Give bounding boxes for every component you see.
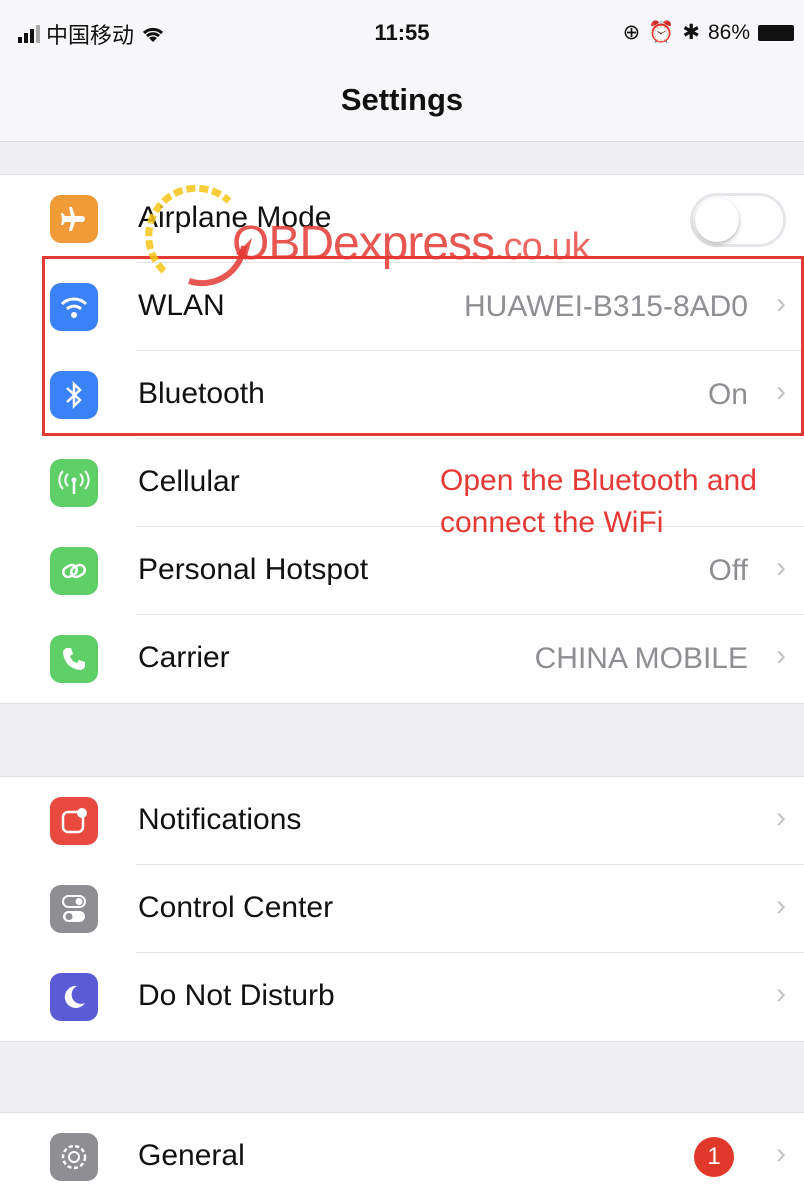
chevron-right-icon: › xyxy=(776,889,786,922)
row-label: Carrier xyxy=(138,641,230,674)
row-value: CHINA MOBILE xyxy=(534,642,748,675)
battery-percent: 86% xyxy=(707,20,750,44)
annotation-line-2: connect the WiFi xyxy=(440,506,664,539)
battery-icon xyxy=(758,24,794,41)
bluetooth-icon: ✱ xyxy=(682,21,700,44)
row-do-not-disturb[interactable]: Do Not Disturb › xyxy=(0,953,804,1041)
row-label: Notifications xyxy=(138,803,302,836)
row-label: Personal Hotspot xyxy=(138,553,369,586)
row-carrier[interactable]: Carrier CHINA MOBILE › xyxy=(0,615,804,703)
nav-bar: Settings xyxy=(0,70,804,142)
row-label: General xyxy=(138,1139,245,1172)
settings-group-alerts: Notifications › Control Center › Do Not … xyxy=(0,776,804,1042)
row-label: Cellular xyxy=(138,465,240,498)
moon-icon xyxy=(50,973,98,1021)
row-value: Off xyxy=(708,554,748,587)
row-label: Control Center xyxy=(138,891,334,924)
status-right: ⊕ ⏰ ✱ 86% xyxy=(623,20,794,45)
annotation-line-1: Open the Bluetooth and xyxy=(440,464,757,497)
row-general[interactable]: General 1 › xyxy=(0,1113,804,1201)
watermark-suffix: .co.uk xyxy=(494,226,590,268)
lock-rotation-icon: ⊕ xyxy=(622,21,641,44)
gear-icon xyxy=(50,1133,98,1181)
row-notifications[interactable]: Notifications › xyxy=(0,777,804,865)
annotation-text: Open the Bluetooth and connect the WiFi xyxy=(440,460,757,544)
row-control-center[interactable]: Control Center › xyxy=(0,865,804,953)
chevron-right-icon: › xyxy=(776,551,786,584)
alarm-icon: ⏰ xyxy=(648,20,675,44)
antenna-icon xyxy=(50,459,98,507)
chain-link-icon xyxy=(50,547,98,595)
status-bar: 中国移动 11:55 ⊕ ⏰ ✱ 86% xyxy=(0,0,804,70)
watermark-main: OBDexpress xyxy=(232,217,495,270)
switches-icon xyxy=(50,885,98,933)
watermark-text: OBDexpress.co.uk xyxy=(232,216,590,271)
toggle-knob xyxy=(695,198,739,242)
notification-badge: 1 xyxy=(694,1137,734,1177)
phone-icon xyxy=(50,635,98,683)
notification-icon xyxy=(50,797,98,845)
chevron-right-icon: › xyxy=(776,1137,786,1170)
row-label: Do Not Disturb xyxy=(138,979,335,1012)
chevron-right-icon: › xyxy=(776,977,786,1010)
airplane-icon xyxy=(50,195,98,243)
settings-group-general: General 1 › xyxy=(0,1112,804,1202)
chevron-right-icon: › xyxy=(776,801,786,834)
chevron-right-icon: › xyxy=(776,639,786,672)
page-title: Settings xyxy=(340,82,464,117)
airplane-mode-toggle[interactable] xyxy=(690,193,786,247)
